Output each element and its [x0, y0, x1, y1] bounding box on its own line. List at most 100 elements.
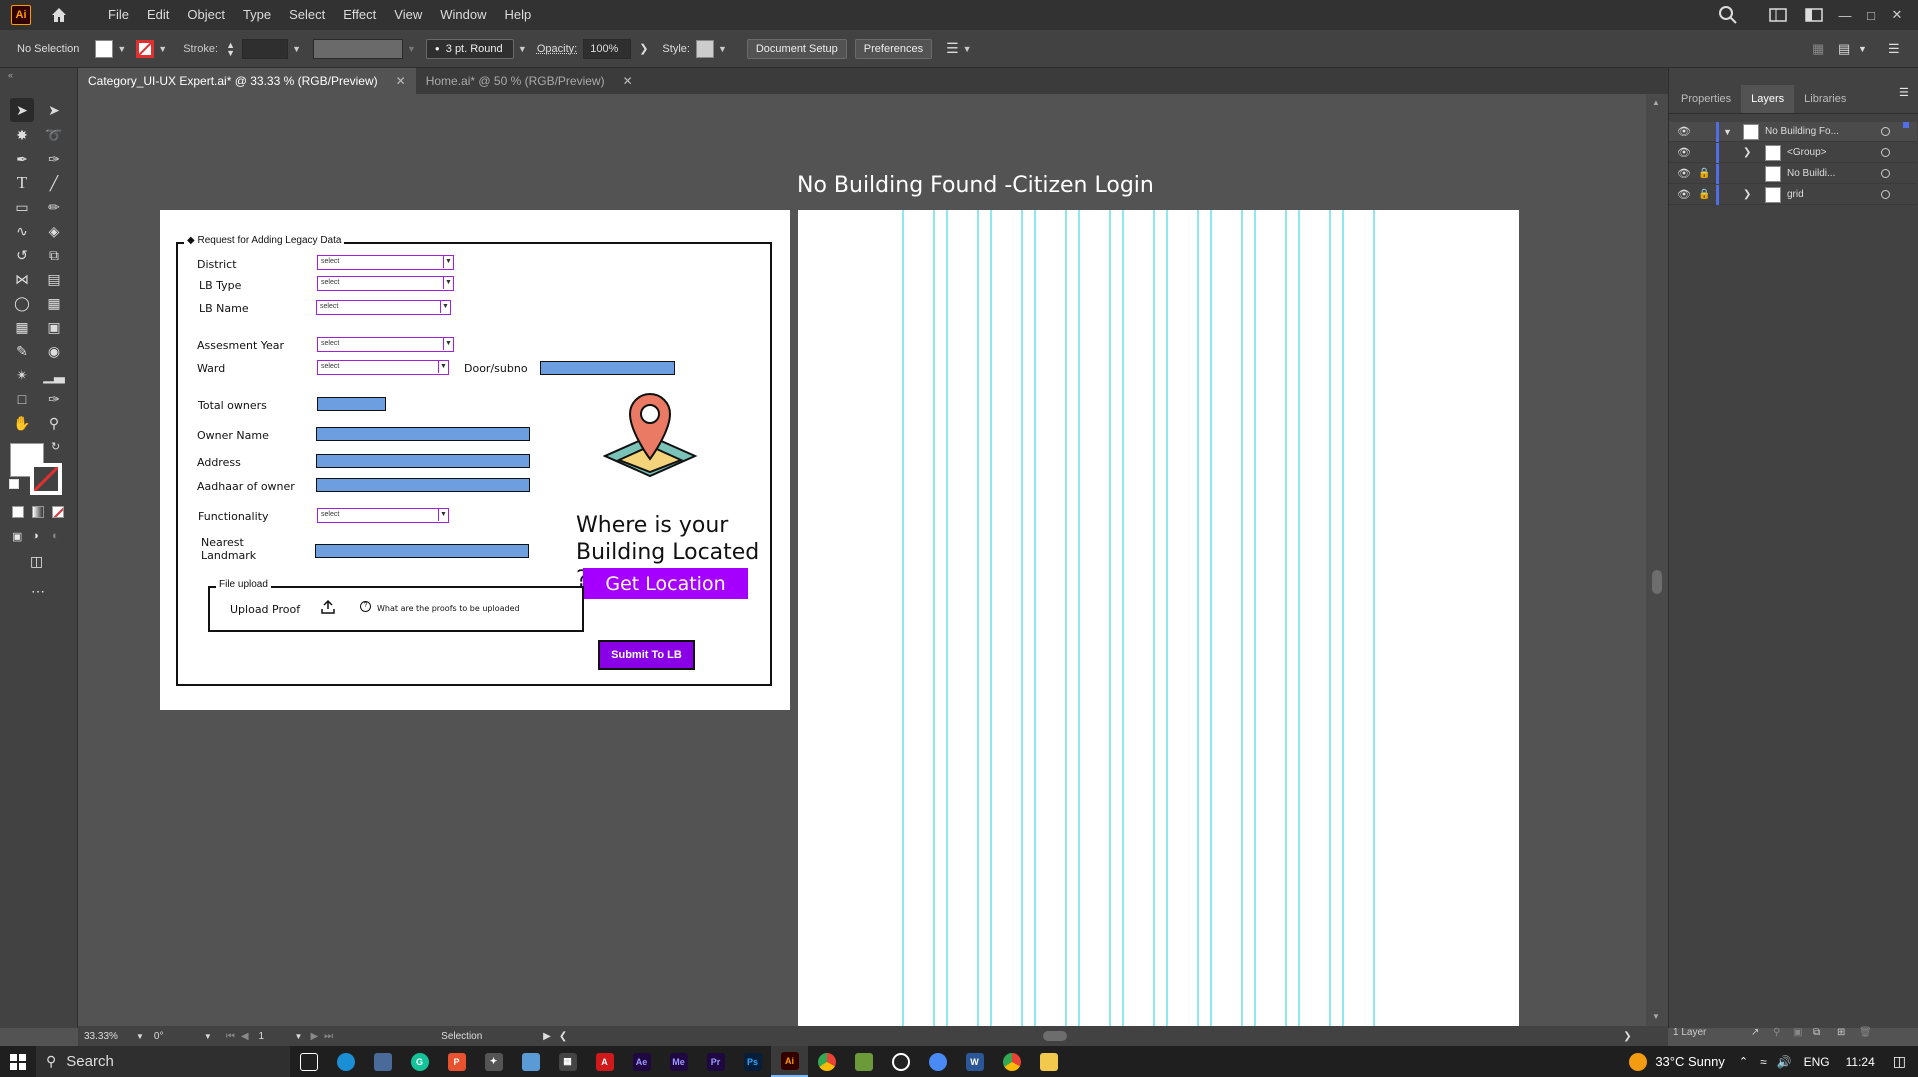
- draw-normal-icon[interactable]: ▣: [12, 530, 22, 543]
- target-circle-icon[interactable]: [1881, 148, 1890, 157]
- layer-row[interactable]: 👁 🔒 ❯ grid: [1669, 185, 1917, 205]
- total-owners-input[interactable]: [317, 397, 386, 411]
- export-icon[interactable]: ↗: [1751, 1027, 1759, 1038]
- chevron-down-icon[interactable]: ▼: [963, 44, 972, 54]
- chrome-alt-icon[interactable]: [993, 1046, 1030, 1077]
- chrome-icon[interactable]: [808, 1046, 845, 1077]
- eyedropper-tool-icon[interactable]: ✎: [10, 339, 34, 363]
- paintbrush-tool-icon[interactable]: ✏: [42, 195, 66, 219]
- address-input[interactable]: [316, 454, 530, 468]
- align-options-icon[interactable]: ☰: [946, 40, 959, 57]
- weather-icon[interactable]: [1629, 1052, 1648, 1071]
- tab-libraries[interactable]: Libraries: [1794, 85, 1856, 113]
- default-fill-stroke-icon[interactable]: [9, 479, 19, 489]
- file-explorer-icon[interactable]: [1030, 1046, 1067, 1077]
- artboard-form[interactable]: ◆ Request for Adding Legacy Data Distric…: [160, 210, 790, 710]
- premiere-icon[interactable]: Pr: [697, 1046, 734, 1077]
- chevron-down-icon[interactable]: ▼: [158, 44, 167, 54]
- perspective-grid-tool-icon[interactable]: ▦: [42, 291, 66, 315]
- stroke-weight-field[interactable]: [242, 38, 289, 59]
- shaper-tool-icon[interactable]: ∿: [10, 219, 34, 243]
- type-tool-icon[interactable]: T: [10, 171, 34, 195]
- functionality-select[interactable]: select ▼: [317, 508, 449, 523]
- selection-tool-icon[interactable]: ➤: [10, 98, 34, 122]
- task-view-icon[interactable]: [290, 1046, 327, 1077]
- home-icon[interactable]: [49, 5, 69, 25]
- chevron-up-icon[interactable]: ⌃: [1739, 1055, 1748, 1068]
- variable-width-profile[interactable]: [313, 38, 403, 59]
- none-mode-icon[interactable]: [52, 506, 64, 518]
- menu-file[interactable]: File: [99, 0, 138, 30]
- more-tools-icon[interactable]: ⋯: [31, 583, 45, 600]
- word-icon[interactable]: W: [956, 1046, 993, 1077]
- draw-inside-icon[interactable]: ◐: [52, 530, 59, 542]
- document-setup-button[interactable]: Document Setup: [746, 38, 847, 59]
- layer-row[interactable]: 👁 ❯ <Group>: [1669, 143, 1917, 163]
- visibility-eye-icon[interactable]: 👁: [1677, 146, 1691, 159]
- chevron-right-icon[interactable]: ❯: [1743, 189, 1751, 200]
- tab-properties[interactable]: Properties: [1671, 85, 1741, 113]
- layer-name[interactable]: No Building Fo...: [1765, 126, 1839, 137]
- media-encoder-icon[interactable]: Me: [660, 1046, 697, 1077]
- aadhaar-input[interactable]: [316, 478, 530, 492]
- width-tool-icon[interactable]: ⋈: [10, 267, 34, 291]
- line-segment-tool-icon[interactable]: ╱: [42, 171, 66, 195]
- delete-layer-icon[interactable]: 🗑: [1859, 1027, 1872, 1038]
- free-transform-tool-icon[interactable]: ▤: [42, 267, 66, 291]
- chevron-down-icon[interactable]: ▼: [1723, 127, 1732, 137]
- stroke-color-box[interactable]: [30, 463, 62, 495]
- chevron-right-icon[interactable]: ❯: [639, 42, 648, 55]
- graphic-style-swatch[interactable]: [695, 39, 714, 58]
- magic-wand-tool-icon[interactable]: ✸: [10, 123, 34, 147]
- photoshop-icon[interactable]: Ps: [734, 1046, 771, 1077]
- layer-row[interactable]: 👁 ▼ No Building Fo...: [1669, 122, 1917, 142]
- windows-start-icon[interactable]: [0, 1046, 36, 1077]
- gradient-mode-icon[interactable]: [32, 506, 44, 518]
- scroll-left-icon[interactable]: ❮: [559, 1031, 567, 1042]
- symbol-sprayer-tool-icon[interactable]: ✴: [10, 363, 34, 387]
- zoom-level[interactable]: 33.33%: [84, 1031, 134, 1042]
- district-select[interactable]: select ▼: [317, 255, 454, 270]
- edge-icon[interactable]: [327, 1046, 364, 1077]
- owner-name-input[interactable]: [316, 427, 530, 441]
- teams-icon[interactable]: [845, 1046, 882, 1077]
- preferences-button[interactable]: Preferences: [854, 38, 933, 59]
- menu-view[interactable]: View: [385, 0, 431, 30]
- app-circle-icon[interactable]: [919, 1046, 956, 1077]
- scale-tool-icon[interactable]: ⧉: [42, 243, 66, 267]
- chevron-down-icon[interactable]: ▼: [718, 44, 727, 54]
- first-artboard-icon[interactable]: ⏮: [226, 1031, 235, 1042]
- nearest-landmark-input[interactable]: [315, 544, 529, 558]
- layer-row[interactable]: 👁 🔒 No Buildi...: [1669, 164, 1917, 184]
- collapse-toolbar-icon[interactable]: «: [8, 70, 13, 80]
- get-location-button[interactable]: Get Location: [583, 568, 748, 599]
- menu-object[interactable]: Object: [178, 0, 234, 30]
- column-graph-tool-icon[interactable]: ▁▃: [42, 363, 66, 387]
- chevron-down-icon[interactable]: ▼: [407, 44, 416, 54]
- mesh-tool-icon[interactable]: ▦: [10, 315, 34, 339]
- rotation-value[interactable]: 0°: [154, 1031, 204, 1042]
- menu-type[interactable]: Type: [234, 0, 280, 30]
- layer-name[interactable]: grid: [1787, 189, 1804, 200]
- chevron-down-icon[interactable]: ▼: [295, 1032, 303, 1041]
- next-artboard-icon[interactable]: ▶: [310, 1031, 318, 1042]
- layer-name[interactable]: No Buildi...: [1787, 168, 1835, 179]
- artboard-tool-icon[interactable]: □: [10, 387, 34, 411]
- lb-type-select[interactable]: select ▼: [317, 276, 454, 291]
- prev-artboard-icon[interactable]: ◀: [241, 1031, 249, 1042]
- curvature-tool-icon[interactable]: ✑: [42, 147, 66, 171]
- calculator-icon[interactable]: ▦: [549, 1046, 586, 1077]
- upload-icon[interactable]: [320, 599, 336, 618]
- scroll-down-icon[interactable]: ▼: [1652, 1012, 1660, 1021]
- menu-help[interactable]: Help: [495, 0, 540, 30]
- color-mode-icon[interactable]: [12, 506, 24, 518]
- ward-select[interactable]: select ▼: [317, 360, 449, 375]
- menu-effect[interactable]: Effect: [334, 0, 385, 30]
- transform-icon[interactable]: ▦: [1812, 41, 1824, 57]
- pen-tool-icon[interactable]: ✒: [10, 147, 34, 171]
- shape-builder-tool-icon[interactable]: ◯: [10, 291, 34, 315]
- weather-text[interactable]: 33°C Sunny: [1655, 1054, 1725, 1069]
- wps-icon[interactable]: P: [438, 1046, 475, 1077]
- scroll-right-icon[interactable]: ❯: [1623, 1031, 1631, 1042]
- volume-icon[interactable]: 🔊: [1777, 1055, 1792, 1069]
